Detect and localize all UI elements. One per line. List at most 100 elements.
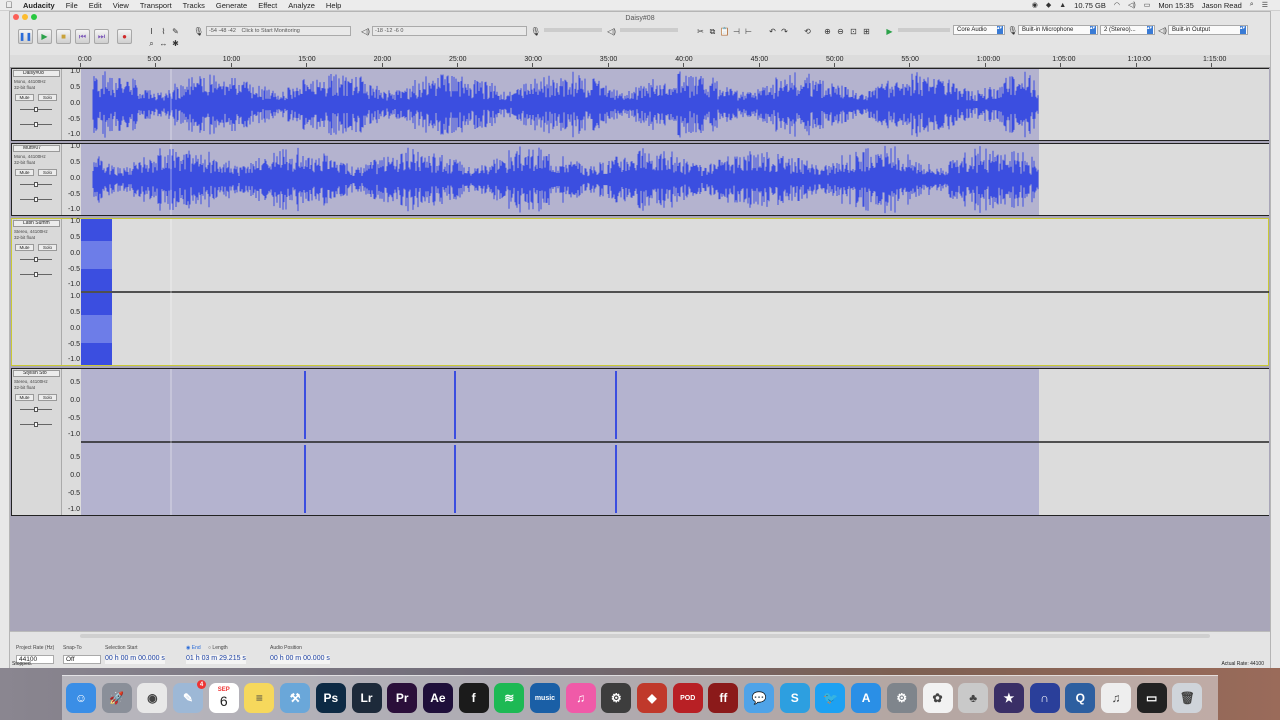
paste-icon[interactable]: 📋 — [719, 26, 730, 37]
volume-icon[interactable]: ◁) — [1128, 1, 1136, 9]
close-window-button[interactable] — [13, 14, 19, 20]
menu-analyze[interactable]: Analyze — [283, 1, 321, 10]
audio-host-select[interactable]: Core Audio — [953, 25, 1005, 35]
gain-slider[interactable] — [20, 182, 52, 187]
audio-track[interactable]: ✕ Mutt#07 Mono, 44100Hz32-bit float Mute… — [11, 143, 1269, 216]
dock-document-icon[interactable]: ♫ — [1100, 683, 1131, 713]
play-button[interactable]: ▶ — [37, 29, 52, 44]
dock-system-preferences-icon[interactable]: ⚙ — [886, 683, 917, 713]
minimize-window-button[interactable] — [22, 14, 28, 20]
menu-view[interactable]: View — [108, 1, 135, 10]
dock-reason-icon[interactable]: ◆ — [637, 683, 667, 713]
pan-slider[interactable] — [20, 272, 52, 277]
dock-calendar-icon[interactable]: SEP 6 — [208, 683, 239, 713]
record-status-icon[interactable]: ◉ — [1032, 1, 1038, 9]
selection-tool-icon[interactable]: I — [146, 26, 157, 37]
battery-icon[interactable]: ▭ — [1144, 1, 1151, 9]
pause-button[interactable]: ❚❚ — [18, 29, 33, 44]
dock-instrument-icon[interactable]: ♣ — [958, 683, 989, 713]
solo-button[interactable]: Solo — [38, 169, 57, 176]
dock-notes-icon[interactable]: ≡ — [244, 683, 275, 713]
solo-button[interactable]: Solo — [38, 94, 57, 101]
output-device-select[interactable]: Built-in Output — [1168, 25, 1248, 35]
dock-font-icon[interactable]: f — [458, 683, 489, 713]
timeshift-tool-icon[interactable]: ↔ — [158, 38, 169, 49]
search-icon[interactable]: ⌕ — [1250, 1, 1254, 9]
play-speed-slider[interactable] — [898, 28, 950, 32]
mute-button[interactable]: Mute — [15, 169, 34, 176]
solo-button[interactable]: Solo — [38, 244, 57, 251]
dock-photos-icon[interactable]: ✿ — [922, 683, 953, 713]
dock-screen-icon[interactable]: ▭ — [1136, 683, 1167, 713]
apple-menu-icon[interactable]:  — [0, 0, 18, 10]
dock-premiere-icon[interactable]: Pr — [387, 683, 418, 713]
dock-preview-icon[interactable]: ✎ 4 — [173, 680, 207, 713]
play-at-speed-icon[interactable]: ▶ — [884, 26, 895, 37]
menu-transport[interactable]: Transport — [135, 1, 178, 10]
wifi-icon[interactable]: ◠ — [1114, 1, 1120, 9]
record-meter[interactable]: -54 -48 -42 Click to Start Monitoring — [206, 26, 351, 36]
playback-meter[interactable]: -18 -12 -6 0 — [372, 26, 527, 36]
waveform[interactable] — [81, 369, 1269, 515]
menu-effect[interactable]: Effect — [253, 1, 283, 10]
dock-chrome-icon[interactable]: ◉ — [137, 683, 168, 713]
track-name-menu[interactable]: Mutt#07 — [13, 145, 60, 152]
menu-edit[interactable]: Edit — [84, 1, 108, 10]
horizontal-scrollbar[interactable] — [80, 634, 1210, 638]
dock-skype-icon[interactable]: S — [779, 683, 810, 713]
solo-button[interactable]: Solo — [38, 394, 57, 401]
dock-twitter-icon[interactable]: 🐦 — [815, 683, 846, 713]
mute-button[interactable]: Mute — [15, 94, 34, 101]
pan-slider[interactable] — [20, 422, 52, 427]
multi-tool-icon[interactable]: ✱ — [170, 38, 181, 49]
mute-button[interactable]: Mute — [15, 244, 34, 251]
end-radio[interactable]: ◉ End — [186, 645, 201, 651]
dock-photoshop-icon[interactable]: Ps — [315, 683, 346, 713]
envelope-tool-icon[interactable]: ⌇ — [158, 26, 169, 37]
trim-icon[interactable]: ⊣ — [731, 26, 742, 37]
zoom-window-button[interactable] — [31, 14, 37, 20]
waveform[interactable] — [81, 69, 1269, 140]
dock-launchpad-icon[interactable]: 🚀 — [101, 683, 132, 713]
fit-selection-icon[interactable]: ⊡ — [848, 26, 859, 37]
waveform[interactable] — [81, 144, 1269, 215]
menu-generate[interactable]: Generate — [211, 1, 253, 10]
waveform[interactable] — [81, 219, 1269, 365]
snap-to-select[interactable]: Off — [63, 655, 101, 664]
sync-lock-icon[interactable]: ⟲ — [802, 26, 813, 37]
draw-tool-icon[interactable]: ✎ — [170, 26, 181, 37]
dock-utility-icon[interactable]: ⚙ — [601, 683, 632, 713]
stop-button[interactable]: ■ — [56, 29, 71, 44]
dock-after-effects-icon[interactable]: Ae — [422, 683, 453, 713]
undo-icon[interactable]: ↶ — [767, 26, 778, 37]
zoom-in-icon[interactable]: ⊕ — [822, 26, 833, 37]
pan-slider[interactable] — [20, 197, 52, 202]
dock-imovie-icon[interactable]: ★ — [993, 683, 1024, 713]
record-button[interactable]: ● — [117, 29, 132, 44]
dock-amazon-music-icon[interactable]: music — [529, 683, 560, 713]
timeline-ruler[interactable]: 0:00 5:00 10:00 15:00 20:00 25:00 30:00 35:00 40… — [10, 55, 1270, 68]
mute-button[interactable]: Mute — [15, 394, 34, 401]
zoom-tool-icon[interactable]: ⌕ — [146, 38, 157, 49]
selection-start-time[interactable]: 00 h 00 m 00.000 s — [105, 655, 165, 664]
pan-slider[interactable] — [20, 122, 52, 127]
dock-itunes-icon[interactable]: ♫ — [565, 683, 596, 713]
clock-label[interactable]: Mon 15:35 — [1158, 1, 1193, 10]
menu-help[interactable]: Help — [321, 1, 347, 10]
redo-icon[interactable]: ↷ — [779, 26, 790, 37]
cut-icon[interactable]: ✂ — [695, 26, 706, 37]
dock-audacity-icon[interactable]: ∩ — [1029, 683, 1060, 713]
dock-app-store-icon[interactable]: A — [851, 683, 882, 713]
gain-slider[interactable] — [20, 107, 52, 112]
silence-icon[interactable]: ⊢ — [743, 26, 754, 37]
speaker-volume-slider[interactable] — [620, 28, 678, 32]
dock-fontforge-icon[interactable]: ff — [708, 683, 739, 713]
length-radio[interactable]: ○ Length — [208, 645, 228, 651]
track-name-menu[interactable]: Daisy#08 — [13, 70, 60, 77]
audio-position-time[interactable]: 00 h 00 m 00.000 s — [270, 655, 330, 664]
dock-messages-icon[interactable]: 💬 — [744, 683, 775, 713]
dock-podcast-icon[interactable]: POD — [672, 683, 703, 713]
gain-slider[interactable] — [20, 257, 52, 262]
menu-app-name[interactable]: Audacity — [18, 1, 61, 10]
track-name-menu[interactable]: Latin Summ — [13, 220, 60, 227]
